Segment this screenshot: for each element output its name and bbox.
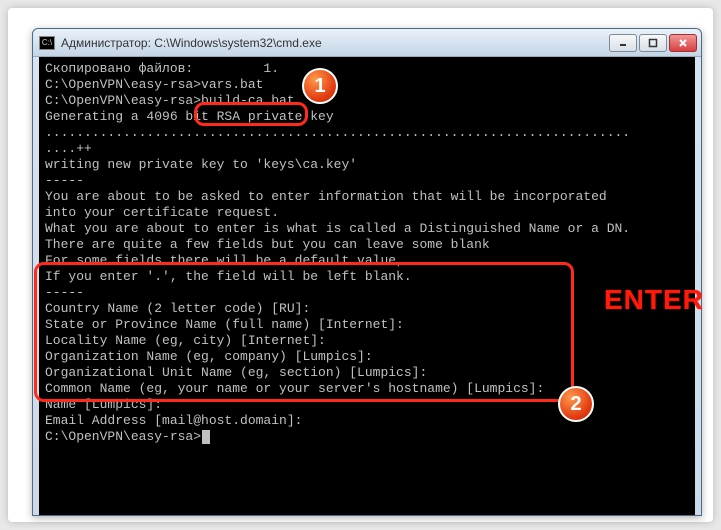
console-output[interactable]: Скопировано файлов: 1.C:\OpenVPN\easy-rs… xyxy=(39,57,695,515)
console-line: Generating a 4096 bit RSA private key xyxy=(45,109,689,125)
console-line: into your certificate request. xyxy=(45,205,689,221)
cmd-icon: C:\ xyxy=(39,36,55,50)
console-line: ....++ xyxy=(45,141,689,157)
console-line: C:\OpenVPN\easy-rsa>build-ca.bat xyxy=(45,93,689,109)
minimize-button[interactable] xyxy=(609,34,637,52)
console-line: For some fields there will be a default … xyxy=(45,253,689,269)
titlebar[interactable]: C:\ Администратор: C:\Windows\system32\c… xyxy=(33,29,701,57)
console-line: ----- xyxy=(45,173,689,189)
console-line: If you enter '.', the field will be left… xyxy=(45,269,689,285)
console-line: Скопировано файлов: 1. xyxy=(45,61,689,77)
close-button[interactable] xyxy=(669,34,697,52)
cmd-window: C:\ Администратор: C:\Windows\system32\c… xyxy=(32,28,702,516)
step-badge-1: 1 xyxy=(302,68,338,104)
console-line: C:\OpenVPN\easy-rsa> xyxy=(45,429,689,445)
step-badge-2: 2 xyxy=(558,386,594,422)
console-line: What you are about to enter is what is c… xyxy=(45,221,689,237)
console-line: You are about to be asked to enter infor… xyxy=(45,189,689,205)
console-line: C:\OpenVPN\easy-rsa>vars.bat xyxy=(45,77,689,93)
console-line: Locality Name (eg, city) [Internet]: xyxy=(45,333,689,349)
console-line: Country Name (2 letter code) [RU]: xyxy=(45,301,689,317)
console-line: State or Province Name (full name) [Inte… xyxy=(45,317,689,333)
console-line: Email Address [mail@host.domain]: xyxy=(45,413,689,429)
console-line: Organization Name (eg, company) [Lumpics… xyxy=(45,349,689,365)
console-line: There are quite a few fields but you can… xyxy=(45,237,689,253)
screenshot-frame: C:\ Администратор: C:\Windows\system32\c… xyxy=(8,8,713,522)
console-line: Common Name (eg, your name or your serve… xyxy=(45,381,689,397)
console-line: writing new private key to 'keys\ca.key' xyxy=(45,157,689,173)
console-line: ........................................… xyxy=(45,125,689,141)
window-title: Администратор: C:\Windows\system32\cmd.e… xyxy=(61,36,609,50)
window-controls xyxy=(609,34,697,52)
maximize-button[interactable] xyxy=(639,34,667,52)
cursor xyxy=(202,430,210,444)
enter-label: ENTER xyxy=(604,284,704,316)
console-line: Organizational Unit Name (eg, section) [… xyxy=(45,365,689,381)
console-line: ----- xyxy=(45,285,689,301)
